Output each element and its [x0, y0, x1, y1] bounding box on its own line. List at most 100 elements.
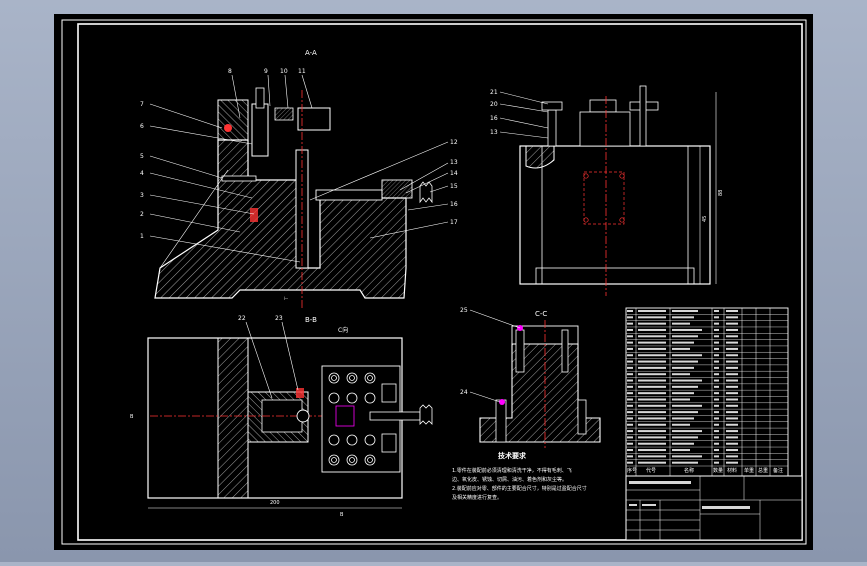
callout-aa-5: 5 [140, 153, 144, 160]
parts-list-cell-text [726, 310, 738, 312]
callout-aa-12: 12 [450, 139, 458, 146]
parts-list-cell-text [726, 347, 738, 350]
parts-list-cell-text [638, 347, 666, 350]
upper-block-aa [217, 99, 249, 141]
right-stud [547, 109, 557, 147]
parts-list-cell-text [627, 354, 633, 357]
parts-list-cell-text [627, 436, 633, 439]
parts-list-cell-text [726, 417, 738, 420]
parts-list-cell-text [726, 341, 738, 344]
callout-aa-13: 13 [450, 159, 458, 166]
parts-list-cell-text [726, 360, 738, 363]
parts-list: 序号 代号 名称 数量 材料 单重 总重 备注 [625, 307, 789, 477]
parts-list-cell-text [627, 423, 633, 426]
parts-list-cell-text [714, 335, 719, 338]
parts-list-cell-text [714, 430, 719, 433]
parts-list-cell-text [672, 316, 694, 319]
cad-drawing: A-A ⊢ 8 9 10 11 7 6 5 4 3 2 1 12 13 14 1… [54, 14, 813, 550]
parts-list-cell-text [672, 373, 690, 376]
parts-list-cell-text [714, 449, 719, 452]
parts-list-cell-text [638, 442, 666, 445]
cad-viewport[interactable]: A-A ⊢ 8 9 10 11 7 6 5 4 3 2 1 12 13 14 1… [0, 0, 867, 562]
parts-list-cell-text [714, 366, 719, 369]
parts-list-cell-text [638, 461, 666, 464]
callout-aa-16: 16 [450, 201, 458, 208]
tech-line-1: 1.零件在装配前必须清理和清洗干净，不得有毛刺、飞 [452, 467, 572, 474]
parts-list-cell-text [638, 310, 666, 312]
parts-list-cell-text [726, 455, 738, 458]
parts-list-cell-text [638, 455, 666, 458]
parts-list-cell-text [627, 449, 633, 452]
parts-list-cell-text [672, 360, 698, 363]
parts-list-cell-text [726, 379, 738, 382]
parts-list-cell-text [638, 417, 666, 420]
bb-left-label: B [130, 414, 134, 420]
parts-list-cell-text [627, 430, 633, 433]
parts-list-cell-text [714, 455, 719, 458]
parts-list-cell-text [627, 379, 633, 382]
parts-list-cell-text [627, 341, 633, 344]
parts-list-cell-text [638, 404, 666, 407]
parts-list-cell-text [627, 366, 633, 369]
parts-list-cell-text [672, 385, 698, 388]
parts-list-cell-text [726, 449, 738, 452]
view-title-cc: C-C [535, 310, 547, 318]
parts-list-cell-text [714, 328, 719, 331]
parts-list-cell-text [672, 411, 698, 414]
right-top-nut [589, 99, 617, 113]
parts-list-cell-text [638, 392, 666, 395]
parts-list-cell-text [638, 360, 666, 363]
parts-list-cell-text [672, 398, 690, 401]
pl-header-unit-wt: 单重 [744, 467, 754, 474]
parts-list-cell-text [672, 379, 702, 382]
parts-list-cell-text [627, 411, 633, 414]
parts-list-cell-text [726, 404, 738, 407]
callout-right-13: 13 [490, 129, 498, 136]
dim-right-b: 45 [702, 216, 708, 222]
parts-list-cell-text [638, 354, 666, 357]
parts-list-cell-text [714, 322, 719, 325]
parts-list-cell-text [726, 322, 738, 325]
parts-list-cell-text [726, 385, 738, 388]
parts-list-cell-text [638, 385, 666, 388]
marker-magenta [250, 208, 258, 222]
title-block [625, 475, 803, 541]
parts-list-cell-text [714, 310, 719, 312]
parts-list-cell-text [638, 449, 666, 452]
parts-list-cell-text [726, 373, 738, 376]
parts-list-cell-text [714, 436, 719, 439]
tech-line-4: 及相关精度进行复查。 [452, 494, 502, 501]
parts-list-cell-text [672, 423, 690, 426]
guide-bush [251, 103, 269, 157]
parts-list-cell-text [627, 455, 633, 458]
parts-list-cell-text [627, 392, 633, 395]
parts-list-cell-text [672, 436, 698, 439]
marker-red [224, 124, 232, 132]
callout-aa-8: 8 [228, 68, 232, 75]
parts-list-cell-text [627, 417, 633, 420]
parts-list-cell-text [627, 360, 633, 363]
parts-list-cell-text [627, 328, 633, 331]
parts-list-cell-text [714, 404, 719, 407]
parts-list-cell-text [672, 455, 702, 458]
parts-list-cell-text [627, 316, 633, 319]
parts-list-cell-text [627, 398, 633, 401]
parts-list-cell-text [638, 398, 666, 401]
parts-list-cell-text [726, 436, 738, 439]
parts-list-cell-text [672, 430, 702, 433]
callout-aa-10: 10 [280, 68, 288, 75]
callout-aa-11: 11 [298, 68, 306, 75]
right-body-outline [519, 145, 711, 285]
parts-list-cell-text [714, 461, 719, 464]
tech-line-3: 2.装配前应对零、部件的主要配合尺寸，特别是过盈配合尺寸 [452, 485, 587, 492]
screw-nut [381, 179, 413, 199]
clamp-head [297, 107, 331, 131]
pl-header-remark: 备注 [773, 467, 783, 474]
view-title-bb: B-B [305, 316, 317, 324]
parts-list-cell-text [726, 392, 738, 395]
dim-bb-width: 200 [270, 500, 280, 506]
pl-header-no: 序号 [627, 467, 637, 474]
parts-list-cell-text [672, 335, 698, 338]
parts-list-cell-text [672, 322, 690, 325]
parts-list-cell-text [627, 335, 633, 338]
